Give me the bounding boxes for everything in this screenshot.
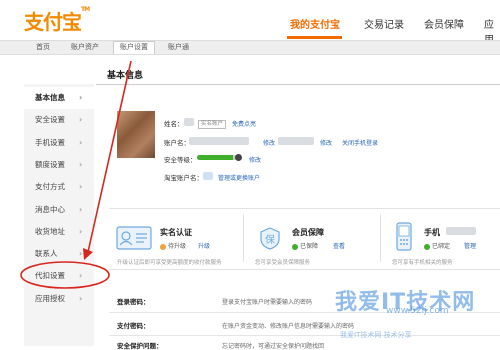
watermark-url: www.52ij.com	[386, 306, 449, 316]
annotation-ellipse	[20, 261, 110, 289]
annotation-arrow	[87, 60, 132, 253]
watermark-sub: 我爱IT技术网 技术分享	[340, 331, 412, 339]
